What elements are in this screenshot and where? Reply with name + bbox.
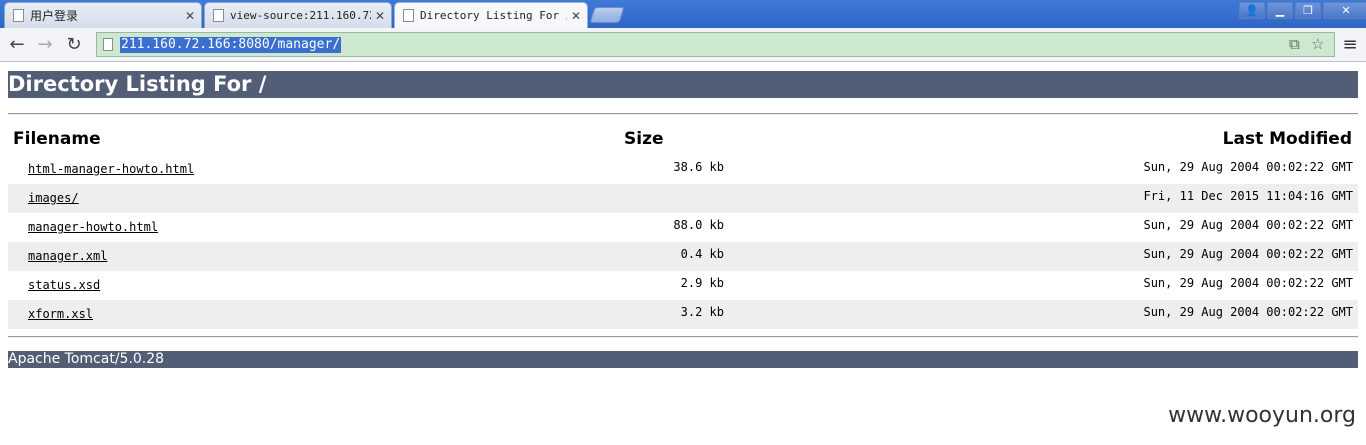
file-link[interactable]: html-manager-howto.html	[28, 162, 194, 176]
browser-toolbar: ← → ↻ 211.160.72.166:8080/manager/ ⧉ ☆ ≡	[0, 28, 1366, 62]
column-header-last-modified: Last Modified	[1222, 129, 1352, 149]
page-title: Directory Listing For /	[8, 71, 1358, 98]
window-controls: 👤 ▁ ❐ ✕	[1237, 2, 1366, 20]
translate-icon[interactable]: ⧉	[1289, 36, 1300, 53]
minimize-button[interactable]: ▁	[1267, 2, 1293, 19]
page-content: Directory Listing For / Filename Size La…	[0, 63, 1366, 445]
tab-user-login[interactable]: 用户登录 ✕	[4, 2, 202, 28]
file-link[interactable]: status.xsd	[28, 278, 100, 292]
file-modified: Sun, 29 Aug 2004 00:02:22 GMT	[1143, 218, 1353, 232]
file-size: 2.9 kb	[680, 276, 724, 290]
forward-arrow-icon[interactable]: →	[34, 34, 56, 56]
user-icon[interactable]: 👤	[1239, 2, 1265, 19]
column-header-size: Size	[624, 129, 664, 149]
file-modified: Sun, 29 Aug 2004 00:02:22 GMT	[1143, 160, 1353, 174]
tab-title: 用户登录	[30, 9, 79, 23]
tab-title: Directory Listing For /	[420, 9, 567, 22]
server-footer: Apache Tomcat/5.0.28	[8, 351, 1358, 368]
file-modified: Sun, 29 Aug 2004 00:02:22 GMT	[1143, 276, 1353, 290]
tab-strip: 用户登录 ✕ view-source:211.160.72. ✕ Directo…	[0, 0, 1366, 28]
tab-view-source[interactable]: view-source:211.160.72. ✕	[204, 2, 392, 28]
new-tab-button[interactable]	[589, 7, 625, 23]
column-header-filename: Filename	[13, 129, 101, 149]
file-size: 0.4 kb	[680, 247, 724, 261]
page-icon	[213, 9, 224, 22]
divider	[8, 336, 1358, 338]
watermark-text: www.wooyun.org	[1168, 403, 1356, 428]
table-row: manager.xml 0.4 kb Sun, 29 Aug 2004 00:0…	[8, 242, 1358, 271]
divider	[8, 113, 1358, 115]
file-link[interactable]: images/	[28, 191, 79, 205]
file-modified: Sun, 29 Aug 2004 00:02:22 GMT	[1143, 247, 1353, 261]
table-row: xform.xsl 3.2 kb Sun, 29 Aug 2004 00:02:…	[8, 300, 1358, 329]
close-icon[interactable]: ✕	[185, 9, 195, 23]
table-row: status.xsd 2.9 kb Sun, 29 Aug 2004 00:02…	[8, 271, 1358, 300]
restore-button[interactable]: ❐	[1295, 2, 1321, 19]
reload-icon[interactable]: ↻	[63, 34, 85, 56]
file-size: 3.2 kb	[680, 305, 724, 319]
tab-title: view-source:211.160.72.	[230, 9, 371, 22]
page-icon	[103, 38, 113, 51]
address-bar[interactable]: 211.160.72.166:8080/manager/ ⧉ ☆	[96, 32, 1335, 57]
close-icon[interactable]: ✕	[571, 9, 581, 23]
menu-icon[interactable]: ≡	[1340, 34, 1360, 56]
file-modified: Sun, 29 Aug 2004 00:02:22 GMT	[1143, 305, 1353, 319]
back-arrow-icon[interactable]: ←	[6, 34, 28, 56]
table-row: manager-howto.html 88.0 kb Sun, 29 Aug 2…	[8, 213, 1358, 242]
window-close-button[interactable]: ✕	[1323, 2, 1366, 19]
page-icon	[13, 9, 24, 22]
page-icon	[403, 9, 414, 22]
file-link[interactable]: xform.xsl	[28, 307, 93, 321]
table-row: html-manager-howto.html 38.6 kb Sun, 29 …	[8, 155, 1358, 184]
file-link[interactable]: manager-howto.html	[28, 220, 158, 234]
close-icon[interactable]: ✕	[375, 9, 385, 23]
star-icon[interactable]: ☆	[1311, 36, 1324, 53]
file-size: 88.0 kb	[673, 218, 724, 232]
file-link[interactable]: manager.xml	[28, 249, 107, 263]
tab-directory-listing[interactable]: Directory Listing For / ✕	[394, 2, 588, 28]
file-modified: Fri, 11 Dec 2015 11:04:16 GMT	[1143, 189, 1353, 203]
table-row: images/ Fri, 11 Dec 2015 11:04:16 GMT	[8, 184, 1358, 213]
file-size: 38.6 kb	[673, 160, 724, 174]
address-url[interactable]: 211.160.72.166:8080/manager/	[120, 37, 342, 53]
